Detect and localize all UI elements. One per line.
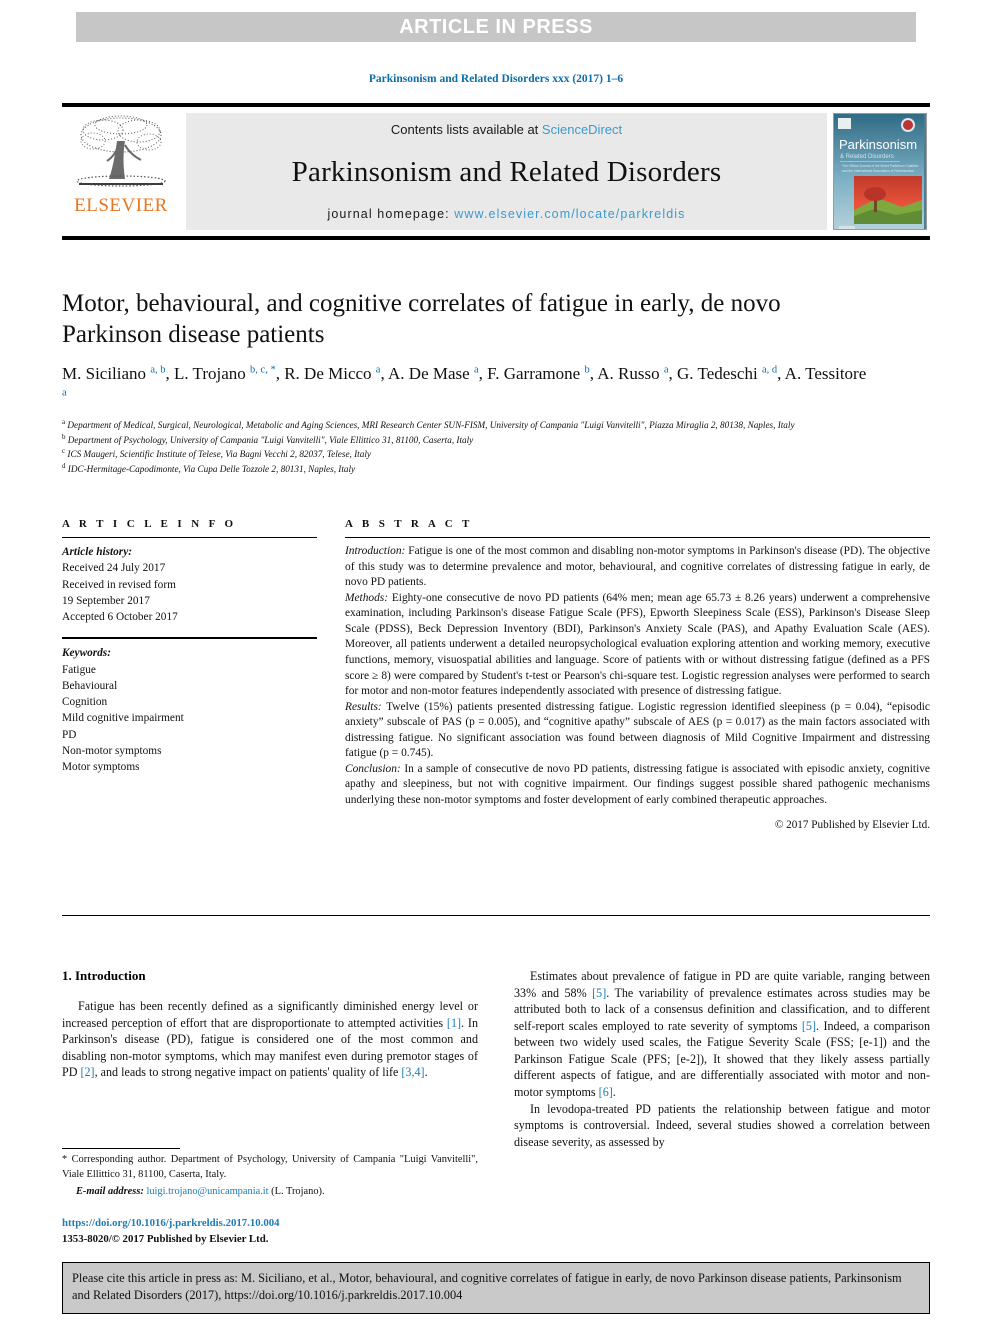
affiliation-item: a Department of Medical, Surgical, Neuro… [62,418,874,432]
abstract-section-label: Introduction: [345,545,406,557]
info-abstract-region: A R T I C L E I N F O Article history: R… [62,518,930,833]
elsevier-logo: ELSEVIER [62,107,180,236]
paper-title: Motor, behavioural, and cognitive correl… [62,290,781,348]
body-columns: 1. Introduction Fatigue has been recentl… [62,968,930,1150]
abstract-bottom-rule [62,915,930,916]
journal-homepage-label: journal homepage: [327,207,450,221]
abstract-section-text: Eighty-one consecutive de novo PD patien… [345,591,930,698]
contents-lists-line: Contents lists available at ScienceDirec… [391,122,622,137]
contents-lists-prefix: Contents lists available at [390,122,539,137]
email-owner: (L. Trojano). [271,1185,325,1197]
abstract-section-text: Twelve (15%) patients presented distress… [345,700,930,760]
abstract-section-label: Conclusion: [345,762,401,775]
abstract-column: A B S T R A C T Introduction: Fatigue is… [345,518,930,833]
journal-homepage-link[interactable]: www.elsevier.com/locate/parkreldis [454,207,685,221]
sciencedirect-link[interactable]: ScienceDirect [542,122,622,137]
affiliation-text: IDC-Hermitage-Capodimonte, Via Cupa Dell… [67,464,356,475]
svg-text:& Related Disorders: & Related Disorders [840,154,894,160]
introduction-heading: 1. Introduction [62,968,146,983]
masthead-center: Contents lists available at ScienceDirec… [186,113,827,230]
svg-text:The Official Journal of the Wo: The Official Journal of the World Parkin… [842,164,918,168]
keyword-item: Behavioural [62,679,118,692]
journal-homepage-line: journal homepage: www.elsevier.com/locat… [327,207,685,221]
article-info-rule-mid [62,637,317,640]
article-history-label: Article history: [62,546,132,558]
keyword-item: Non-motor symptoms [62,744,162,757]
affiliation-item: c ICS Maugeri, Scientific Institute of T… [62,447,874,461]
corresponding-author-note: * Corresponding author. Department of Ps… [62,1154,478,1180]
body-paragraph: In levodopa-treated PD patients the rela… [514,1101,930,1149]
keyword-item: Motor symptoms [62,761,140,774]
affiliation-text: ICS Maugeri, Scientific Institute of Tel… [67,449,371,460]
affiliation-marker: a [62,418,66,427]
svg-text:and the International Associat: and the International Association of Par… [842,169,914,173]
journal-title: Parkinsonism and Related Disorders [291,155,722,188]
article-in-press-label: ARTICLE IN PRESS [399,15,593,38]
body-column-right: Estimates about prevalence of fatigue in… [514,968,930,1150]
svg-text:Parkinsonism: Parkinsonism [839,137,917,152]
journal-cover-thumbnail: Parkinsonism & Related Disorders The Off… [833,113,927,230]
journal-masthead: ELSEVIER Contents lists available at Sci… [62,103,930,240]
keyword-item: Fatigue [62,663,96,676]
abstract-section: Results: Twelve (15%) patients presented… [345,700,930,762]
abstract-section-text: Fatigue is one of the most common and di… [345,545,930,589]
email-link[interactable]: luigi.trojano@unicampania.it [146,1186,268,1197]
abstract-rule-top [345,537,930,538]
article-in-press-banner: ARTICLE IN PRESS [76,12,916,42]
keywords-block: Keywords: Fatigue Behavioural Cognition … [62,645,317,775]
abstract-section-label: Methods: [345,591,389,604]
affiliation-text: Department of Psychology, University of … [67,434,474,445]
article-history-line: Received 24 July 2017 [62,562,166,575]
keywords-label: Keywords: [62,647,111,660]
abstract-body: Introduction: Fatigue is one of the most… [345,544,930,833]
affiliation-text: Department of Medical, Surgical, Neurolo… [67,420,795,431]
affiliation-item: d IDC-Hermitage-Capodimonte, Via Cupa De… [62,462,874,476]
doi-link[interactable]: https://doi.org/10.1016/j.parkreldis.201… [62,1216,482,1232]
abstract-section: Methods: Eighty-one consecutive de novo … [345,591,930,700]
abstract-section-text: In a sample of consecutive de novo PD pa… [345,762,930,806]
keyword-item: Cognition [62,696,108,709]
abstract-copyright: © 2017 Published by Elsevier Ltd. [774,818,930,831]
article-history-block: Article history: Received 24 July 2017 R… [62,544,317,625]
introduction-paragraph: Fatigue has been recently defined as a s… [62,999,478,1080]
journal-cover-image: Parkinsonism & Related Disorders The Off… [834,114,924,229]
abstract-heading: A B S T R A C T [345,518,473,530]
title-block: Motor, behavioural, and cognitive correl… [62,288,874,477]
elsevier-wordmark: ELSEVIER [74,195,168,216]
journal-reference-line: Parkinsonism and Related Disorders xxx (… [368,73,624,85]
article-info-rule-top [62,537,317,538]
affiliation-marker: b [62,432,66,441]
elsevier-tree-icon [76,115,166,187]
abstract-section: Conclusion: In a sample of consecutive d… [345,762,930,809]
keyword-item: Mild cognitive impairment [62,712,184,725]
affiliation-marker: c [62,447,66,456]
email-note: E-mail address: luigi.trojano@unicampani… [62,1185,478,1200]
affiliation-marker: d [62,462,66,471]
email-label: E-mail address: [76,1185,144,1197]
affiliation-list: a Department of Medical, Surgical, Neuro… [62,418,874,476]
issn-copyright-line: 1353-8020/© 2017 Published by Elsevier L… [62,1232,269,1245]
affiliation-item: b Department of Psychology, University o… [62,433,874,447]
footnote-area: * Corresponding author. Department of Ps… [62,1148,478,1199]
footnote-rule [62,1148,180,1149]
abstract-section-label: Results: [345,700,382,713]
article-history-line: Received in revised form [62,578,176,591]
body-paragraph: Estimates about prevalence of fatigue in… [514,969,931,1099]
keyword-item: PD [62,728,77,741]
citation-request-box: Please cite this article in press as: M.… [62,1262,930,1314]
article-history-line: Accepted 6 October 2017 [62,611,178,624]
body-column-left: 1. Introduction Fatigue has been recentl… [62,968,478,1150]
article-info-column: A R T I C L E I N F O Article history: R… [62,518,317,833]
author-list: M. Siciliano a, b, L. Trojano b, c, *, R… [62,364,867,398]
doi-block: https://doi.org/10.1016/j.parkreldis.201… [62,1216,482,1247]
article-history-line: 19 September 2017 [62,594,150,607]
abstract-section: Introduction: Fatigue is one of the most… [345,544,930,591]
article-info-heading: A R T I C L E I N F O [62,518,237,530]
